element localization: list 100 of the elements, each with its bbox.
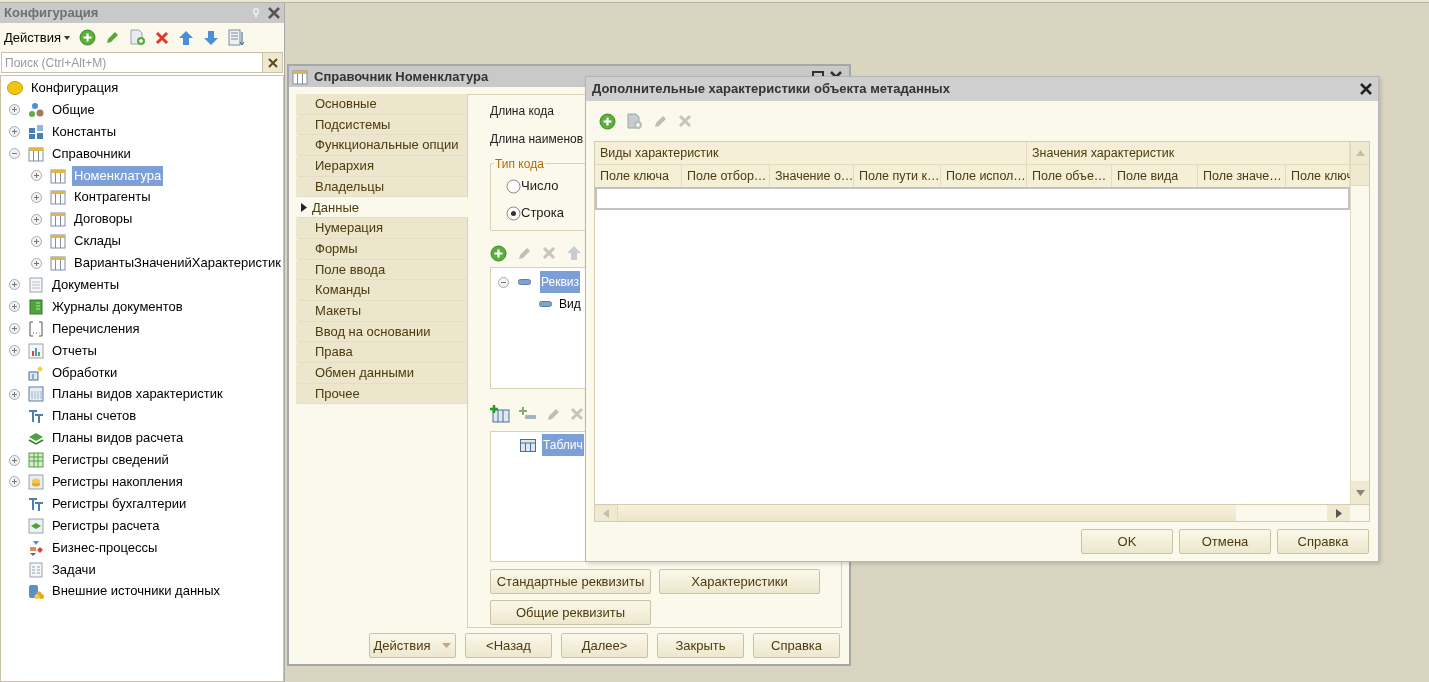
tab[interactable]: Ввод на основании — [296, 321, 467, 343]
tree-item[interactable]: Регистры расчета — [50, 515, 162, 536]
tree-item[interactable]: Задачи — [50, 559, 98, 580]
footer-button[interactable]: <Назад — [465, 633, 552, 658]
tree-item[interactable]: Склады — [72, 231, 123, 252]
tree-item[interactable]: Планы видов расчета — [50, 428, 186, 449]
expand-icon[interactable] — [9, 104, 20, 116]
expand-icon[interactable] — [9, 323, 20, 335]
add-icon[interactable] — [78, 29, 96, 46]
tab[interactable]: Владельцы — [296, 176, 467, 198]
grid-icon — [28, 386, 44, 403]
tab[interactable]: Права — [296, 342, 467, 363]
list-icon[interactable] — [227, 29, 244, 46]
actions-menu-button[interactable]: Действия — [4, 27, 70, 48]
tree-item[interactable]: Вид — [558, 293, 582, 315]
expand-icon[interactable] — [9, 279, 20, 291]
footer-button[interactable]: Справка — [753, 633, 840, 658]
dialog-button[interactable]: OK — [1081, 529, 1173, 554]
expand-icon[interactable] — [9, 126, 20, 138]
down-arrow-icon[interactable] — [202, 29, 219, 46]
tree-item[interactable]: Регистры сведений — [50, 450, 171, 471]
add-icon[interactable] — [490, 244, 507, 262]
scroll-thumb[interactable] — [1351, 165, 1369, 186]
expand-icon[interactable] — [9, 476, 20, 488]
close-icon[interactable] — [268, 7, 280, 19]
tree-item[interactable]: Бизнес-процессы — [50, 537, 160, 558]
delete-icon[interactable] — [154, 30, 169, 45]
tree-item[interactable]: Общие — [50, 99, 97, 120]
copy-icon[interactable] — [128, 29, 146, 46]
action-button[interactable]: Характеристики — [659, 569, 820, 594]
dialog-title: Дополнительные характеристики объекта метаданных — [592, 80, 950, 99]
tree-item[interactable]: Журналы документов — [50, 296, 185, 317]
tree-item[interactable]: Внешние источники данных — [50, 581, 223, 602]
expand-icon[interactable] — [31, 170, 42, 181]
radio-option[interactable]: Число — [506, 178, 559, 194]
tree-item[interactable]: Перечисления — [50, 318, 142, 339]
add-icon[interactable] — [599, 112, 616, 130]
book-icon — [28, 298, 44, 315]
tree-item[interactable]: Обработки — [50, 362, 120, 383]
expand-icon[interactable] — [31, 235, 42, 247]
expand-icon[interactable] — [31, 213, 42, 225]
tree-item[interactable]: Регистры накопления — [50, 471, 185, 492]
tree-item[interactable]: Документы — [50, 274, 121, 295]
expand-icon[interactable] — [31, 257, 42, 269]
tab[interactable]: Обмен данными — [296, 362, 467, 384]
tab[interactable]: Нумерация — [296, 218, 467, 239]
tab[interactable]: Прочее — [296, 383, 467, 405]
pencil-icon[interactable] — [104, 30, 120, 45]
expand-icon[interactable] — [31, 191, 42, 203]
action-button[interactable]: Стандартные реквизиты — [490, 569, 651, 594]
tab[interactable]: Команды — [296, 280, 467, 301]
caret-icon — [63, 35, 70, 40]
tree-item[interactable]: Отчеты — [50, 340, 99, 361]
clear-icon[interactable] — [267, 57, 278, 68]
action-button[interactable]: Общие реквизиты — [490, 600, 651, 625]
tab[interactable]: Данные — [296, 197, 468, 219]
tree-item[interactable]: Конфигурация — [29, 77, 121, 98]
table-icon — [520, 438, 536, 452]
brackets-icon — [28, 320, 44, 337]
tree-item[interactable]: ВариантыЗначенийХарактеристик — [72, 253, 283, 274]
tab[interactable]: Поле ввода — [296, 259, 467, 281]
close-icon[interactable] — [1360, 83, 1372, 95]
up-arrow-icon[interactable] — [177, 29, 194, 46]
tree-item[interactable]: Константы — [50, 121, 118, 142]
tree-item[interactable]: Справочники — [50, 143, 133, 164]
tab[interactable]: Макеты — [296, 300, 467, 322]
scroll-thumb[interactable] — [618, 505, 1236, 521]
table-icon — [50, 189, 66, 206]
collapse-icon[interactable] — [498, 276, 509, 288]
table-icon — [50, 233, 66, 250]
tree-item[interactable]: Договоры — [72, 209, 135, 230]
right-arrow-icon — [1335, 508, 1342, 518]
expand-icon[interactable] — [9, 301, 20, 313]
footer-button[interactable]: Закрыть — [657, 633, 744, 658]
tab[interactable]: Основные — [296, 94, 467, 115]
scroll-down-button[interactable] — [1351, 481, 1369, 504]
add-row-icon[interactable] — [519, 407, 537, 421]
document-icon — [28, 276, 44, 293]
actions-dropdown-button[interactable]: Действия — [369, 633, 456, 658]
scroll-right-button[interactable] — [1327, 505, 1350, 521]
tree-item[interactable]: Контрагенты — [72, 187, 153, 208]
radio-option[interactable]: Строка — [506, 205, 564, 221]
expand-icon[interactable] — [9, 388, 20, 400]
search-field[interactable]: Поиск (Ctrl+Alt+M) — [1, 52, 263, 73]
table-icon — [50, 167, 66, 184]
layers-icon — [28, 430, 44, 447]
dialog-button[interactable]: Отмена — [1179, 529, 1271, 554]
expand-icon[interactable] — [9, 345, 20, 357]
expand-icon[interactable] — [9, 454, 20, 466]
footer-button[interactable]: Далее> — [561, 633, 648, 658]
tab[interactable]: Иерархия — [296, 156, 467, 177]
tab[interactable]: Подсистемы — [296, 114, 467, 136]
collapse-icon[interactable] — [9, 148, 20, 160]
add-table-icon[interactable] — [490, 405, 510, 423]
tab[interactable]: Формы — [296, 238, 467, 260]
tab[interactable]: Функциональные опции — [296, 135, 467, 157]
tree-item[interactable]: Планы счетов — [50, 406, 139, 427]
tree-item[interactable]: Регистры бухгалтерии — [50, 493, 189, 514]
tree-item[interactable]: Планы видов характеристик — [50, 384, 225, 405]
dialog-button[interactable]: Справка — [1277, 529, 1369, 554]
